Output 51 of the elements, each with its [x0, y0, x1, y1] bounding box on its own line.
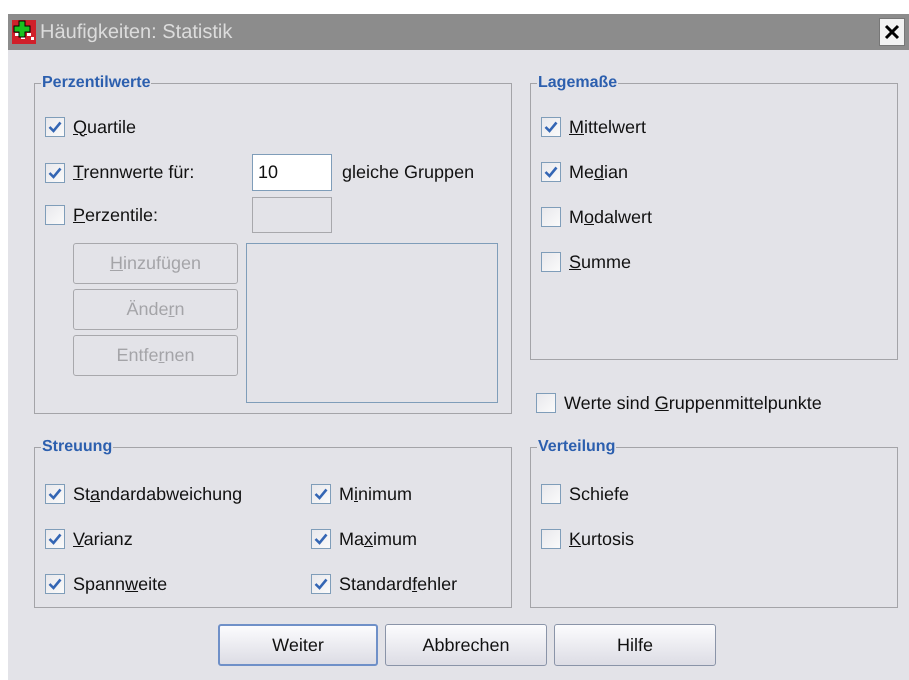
checkbox[interactable]	[311, 529, 331, 549]
checkbox[interactable]	[541, 484, 561, 504]
app-icon	[12, 20, 36, 44]
checkbox-label[interactable]: Kurtosis	[569, 526, 634, 552]
checkbox[interactable]	[311, 574, 331, 594]
checkbox-label[interactable]: Maximum	[339, 526, 418, 552]
check-icon	[314, 488, 328, 500]
field-suffix: gleiche Gruppen	[342, 161, 474, 184]
checkbox-label[interactable]: Modalwert	[569, 204, 652, 230]
checkbox[interactable]	[541, 252, 561, 272]
dialog-button[interactable]: Weiter	[218, 624, 378, 666]
checkbox-label[interactable]: Standardabweichung	[73, 480, 242, 508]
window-title: Häufigkeiten: Statistik	[40, 20, 234, 45]
check-icon	[48, 121, 62, 133]
checkbox[interactable]	[541, 207, 561, 227]
checkbox-label[interactable]: Spannweite	[73, 570, 168, 598]
check-icon	[314, 533, 328, 545]
checkbox-label[interactable]: Perzentile:	[73, 202, 158, 228]
checkbox[interactable]	[45, 529, 65, 549]
input-field[interactable]: 10	[252, 154, 332, 191]
checkbox-label[interactable]: Trennwerte für:	[73, 159, 194, 186]
checkbox-label[interactable]: Schiefe	[569, 480, 630, 508]
check-icon	[48, 166, 62, 178]
close-icon	[884, 24, 900, 40]
checkbox[interactable]	[541, 117, 561, 137]
check-icon	[544, 121, 558, 133]
check-icon	[544, 166, 558, 178]
checkbox[interactable]	[541, 162, 561, 182]
checkbox[interactable]	[541, 529, 561, 549]
checkbox-label[interactable]: Varianz	[73, 526, 133, 552]
checkbox-label[interactable]: Median	[569, 158, 628, 186]
checkbox[interactable]	[45, 162, 65, 182]
checkbox[interactable]	[536, 393, 556, 413]
checkbox-label[interactable]: Standardfehler	[339, 570, 458, 598]
check-icon	[48, 533, 62, 545]
checkbox-label[interactable]: Mittelwert	[569, 114, 646, 140]
checkbox[interactable]	[45, 484, 65, 504]
checkbox[interactable]	[45, 117, 65, 137]
checkbox-label[interactable]: Summe	[569, 248, 632, 276]
check-icon	[48, 578, 62, 590]
dialog-button[interactable]: Abbrechen	[385, 624, 547, 666]
close-button[interactable]	[879, 18, 905, 46]
check-icon	[48, 488, 62, 500]
checkbox-label[interactable]: Minimum	[339, 480, 412, 508]
checkbox-label[interactable]: Quartile	[73, 114, 136, 140]
check-icon	[314, 578, 328, 590]
checkbox[interactable]	[45, 574, 65, 594]
checkbox[interactable]	[45, 205, 65, 225]
checkbox[interactable]	[311, 484, 331, 504]
checkbox-label[interactable]: Werte sind Gruppenmittelpunkte	[564, 390, 822, 416]
dialog-button[interactable]: Hilfe	[554, 624, 716, 666]
